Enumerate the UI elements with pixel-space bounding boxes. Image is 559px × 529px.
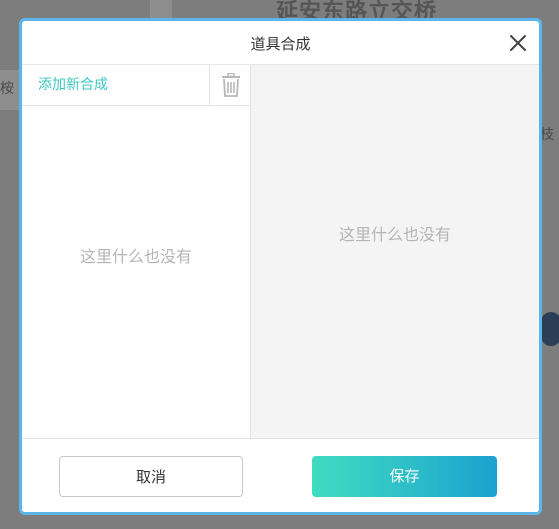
dialog-title: 道具合成 [250, 35, 311, 53]
list-toolbar: 添加新合成 [22, 65, 251, 106]
close-button[interactable] [505, 30, 531, 56]
synthesis-list-pane: 添加新合成 这里什么也没有 [22, 65, 251, 438]
save-button[interactable]: 保存 [312, 456, 497, 497]
trash-icon [222, 73, 240, 97]
synthesis-detail-pane: 这里什么也没有 [251, 65, 539, 438]
map-side-label-right: 枝 [540, 127, 554, 143]
cancel-button[interactable]: 取消 [59, 456, 243, 497]
close-icon [510, 35, 526, 51]
dialog-footer: 取消 保存 [22, 438, 539, 512]
map-road [150, 0, 172, 18]
item-synthesis-dialog: 道具合成 添加新合成 这里什么也没有 这里什么也没有 取消 保存 [19, 18, 542, 515]
list-empty-message: 这里什么也没有 [79, 247, 192, 266]
detail-empty-message: 这里什么也没有 [338, 225, 451, 244]
add-new-synthesis-button[interactable]: 添加新合成 [38, 65, 108, 105]
map-side-label-left: 桉 [0, 81, 14, 97]
map-pin-icon [541, 312, 559, 346]
delete-button[interactable] [209, 65, 251, 105]
dialog-header: 道具合成 [22, 21, 539, 65]
